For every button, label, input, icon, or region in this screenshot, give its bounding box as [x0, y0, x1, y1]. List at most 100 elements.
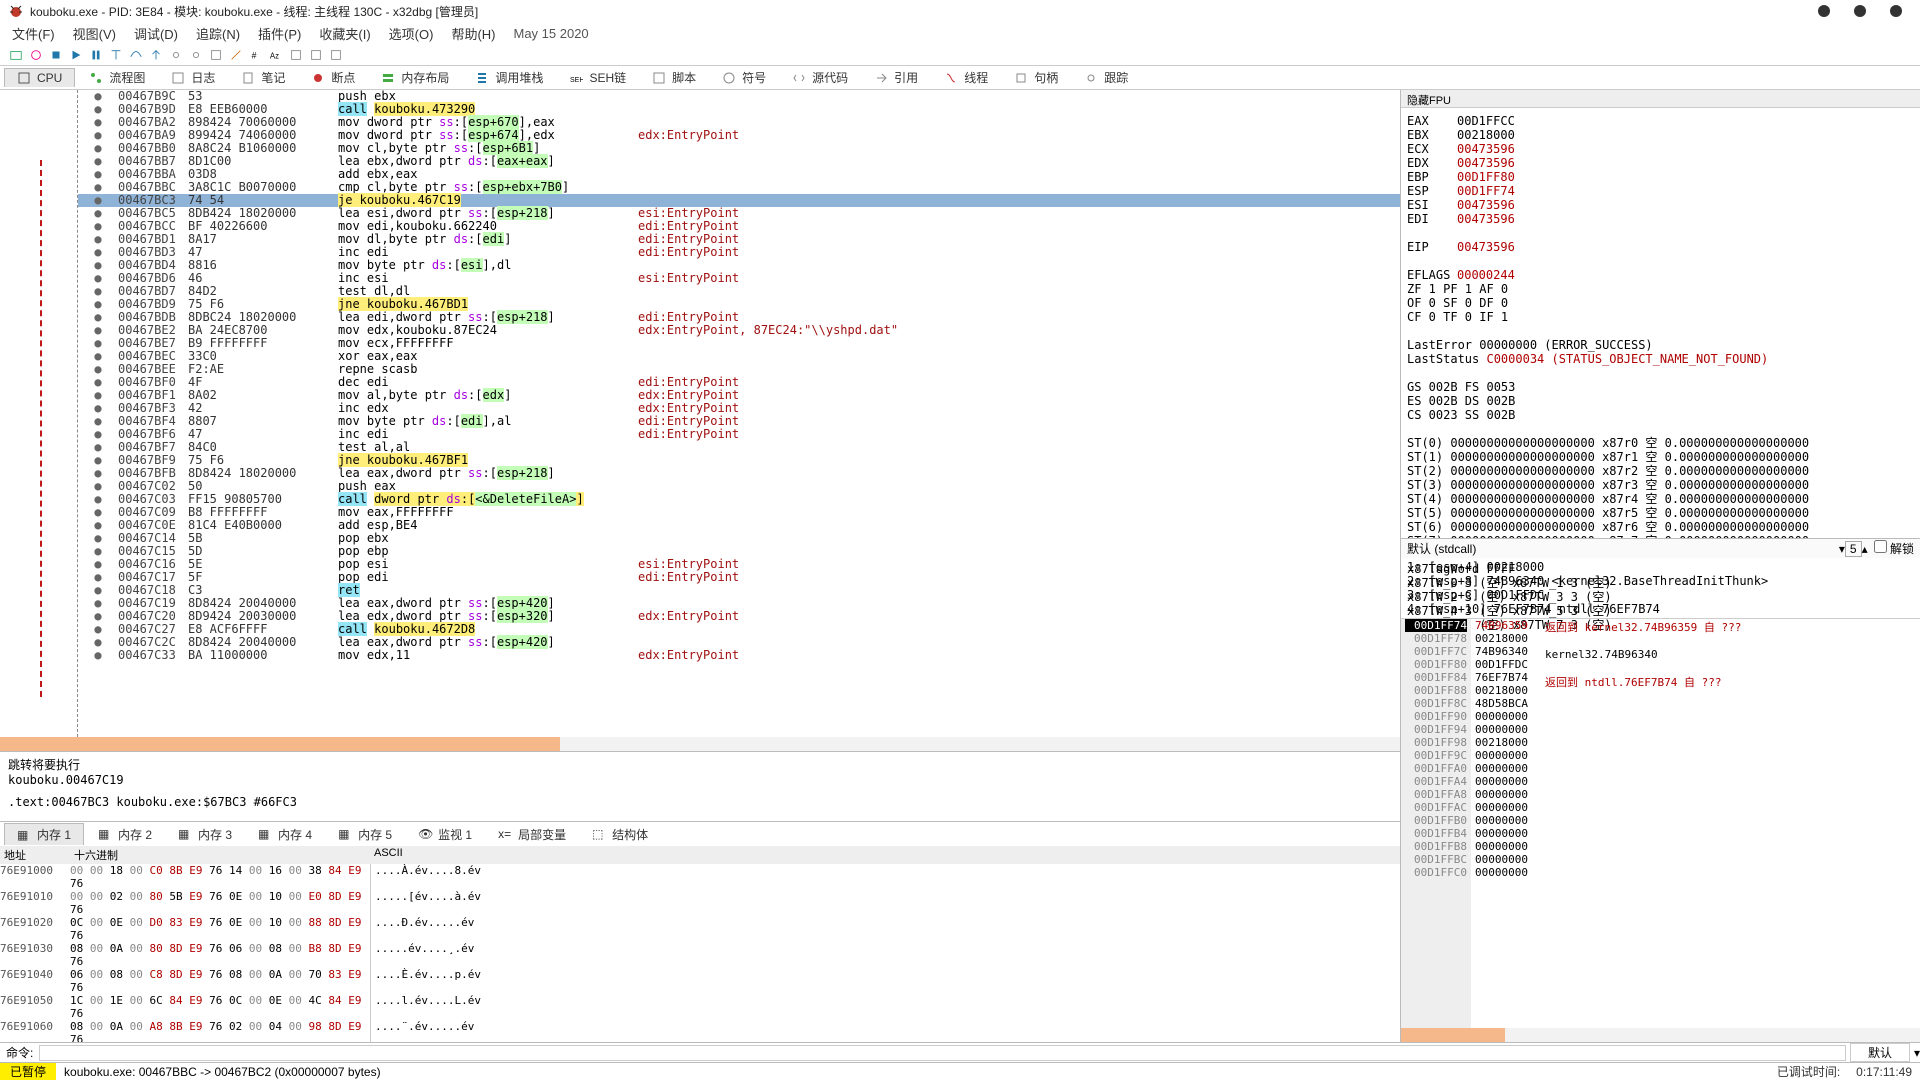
tab-handles[interactable]: 句柄 — [1002, 67, 1070, 88]
disassembly-view[interactable]: ●00467B9C53push ebx●00467B9DE8 EEB60000c… — [0, 90, 1400, 737]
comment-icon[interactable]: # — [248, 47, 264, 63]
dump-row[interactable]: 76E910200C 00 0E 00 D0 83 E9 76 0E 00 10… — [0, 916, 1400, 942]
dump-tab-mem2[interactable]: ▦内存 2 — [86, 824, 164, 845]
disasm-listing[interactable]: ●00467B9C53push ebx●00467B9DE8 EEB60000c… — [78, 90, 1400, 737]
disasm-row[interactable]: ●00467BE7B9 FFFFFFFFmov ecx,FFFFFFFF — [78, 337, 1400, 350]
stack-value[interactable]: 00000000 — [1475, 762, 1537, 775]
disasm-row[interactable]: ●00467BD646inc esiesi:EntryPoint — [78, 272, 1400, 285]
disasm-row[interactable]: ●00467BB08A8C24 B1060000mov cl,byte ptr … — [78, 142, 1400, 155]
stack-addr[interactable]: 00D1FF74 — [1405, 619, 1467, 632]
tab-symbols[interactable]: 符号 — [710, 67, 778, 88]
goto-icon[interactable] — [308, 47, 324, 63]
register-row[interactable]: ECX00473596 — [1407, 142, 1914, 156]
dump-row[interactable]: 76E9101000 00 02 00 80 5B E9 76 0E 00 10… — [0, 890, 1400, 916]
stack-value[interactable]: 74B96359 — [1475, 619, 1537, 632]
eflags-row[interactable]: EFLAGS00000244 — [1407, 268, 1914, 282]
dump-tab-watch1[interactable]: 👁监视 1 — [406, 824, 484, 845]
register-row[interactable]: EDI00473596 — [1407, 212, 1914, 226]
disasm-row[interactable]: ●00467BF647inc ediedi:EntryPoint — [78, 428, 1400, 441]
trace-into-icon[interactable] — [168, 47, 184, 63]
dropdown-icon[interactable]: ▾ — [1914, 1046, 1920, 1060]
dump-row[interactable]: 76E9106008 00 0A 00 A8 8B E9 76 02 00 04… — [0, 1020, 1400, 1042]
lock-checkbox[interactable]: 解锁 — [1874, 540, 1914, 557]
disasm-row[interactable]: ●00467C33BA 11000000mov edx,11edx:EntryP… — [78, 649, 1400, 662]
dump-tab-mem5[interactable]: ▦内存 5 — [326, 824, 404, 845]
disasm-row[interactable]: ●00467BD784D2test dl,dl — [78, 285, 1400, 298]
disasm-row[interactable]: ●00467BD347inc ediedi:EntryPoint — [78, 246, 1400, 259]
disasm-scrollbar[interactable] — [0, 737, 1400, 751]
stack-addr[interactable]: 00D1FF7C — [1405, 645, 1467, 658]
register-row[interactable]: ESP00D1FF74 — [1407, 184, 1914, 198]
stack-value[interactable]: 00000000 — [1475, 723, 1537, 736]
disasm-row[interactable]: ●00467BBC3A8C1C B0070000cmp cl,byte ptr … — [78, 181, 1400, 194]
dump-tab-mem3[interactable]: ▦内存 3 — [166, 824, 244, 845]
menu-options[interactable]: 选项(O) — [389, 24, 434, 43]
menu-favorites[interactable]: 收藏夹(I) — [319, 24, 370, 43]
stack-value[interactable]: 00000000 — [1475, 814, 1537, 827]
tab-log[interactable]: 日志 — [159, 67, 227, 88]
disasm-row[interactable]: ●00467BFB8D8424 18020000lea eax,dword pt… — [78, 467, 1400, 480]
tab-memmap[interactable]: 内存布局 — [369, 67, 461, 88]
close-icon[interactable] — [1890, 5, 1902, 17]
dump-tab-locals[interactable]: x=局部变量 — [486, 824, 578, 845]
tab-threads[interactable]: 线程 — [932, 67, 1000, 88]
disasm-row[interactable]: ●00467BF18A02mov al,byte ptr ds:[edx]edx… — [78, 389, 1400, 402]
dump-rows[interactable]: 76E9100000 00 18 00 C0 8B E9 76 14 00 16… — [0, 864, 1400, 1042]
disasm-row[interactable]: ●00467C03FF15 90805700call dword ptr ds:… — [78, 493, 1400, 506]
tab-script[interactable]: 脚本 — [640, 67, 708, 88]
disasm-row[interactable]: ●00467BF342inc edxedx:EntryPoint — [78, 402, 1400, 415]
menu-file[interactable]: 文件(F) — [12, 24, 55, 43]
tab-callstack[interactable]: 调用堆栈 — [463, 67, 555, 88]
command-input[interactable] — [39, 1045, 1846, 1061]
menu-help[interactable]: 帮助(H) — [451, 24, 495, 43]
stack-addr[interactable]: 00D1FF90 — [1405, 710, 1467, 723]
disasm-row[interactable]: ●00467BB78D1C00lea ebx,dword ptr ds:[eax… — [78, 155, 1400, 168]
registers-header[interactable]: 隐藏FPU — [1401, 90, 1920, 108]
disasm-row[interactable]: ●00467BD48816mov byte ptr ds:[esi],dl — [78, 259, 1400, 272]
dump-row[interactable]: 76E910501C 00 1E 00 6C 84 E9 76 0C 00 0E… — [0, 994, 1400, 1020]
disasm-row[interactable]: ●00467C165Epop esiesi:EntryPoint — [78, 558, 1400, 571]
stack-value[interactable]: 00218000 — [1475, 736, 1537, 749]
stack-view[interactable]: 00D1FF7400D1FF7800D1FF7C00D1FF8000D1FF84… — [1401, 618, 1920, 1028]
stack-addr[interactable]: 00D1FFA0 — [1405, 762, 1467, 775]
tab-trace[interactable]: 跟踪 — [1072, 67, 1140, 88]
disasm-row[interactable]: ●00467BD18A17mov dl,byte ptr ds:[edi]edi… — [78, 233, 1400, 246]
dump-row[interactable]: 76E9100000 00 18 00 C0 8B E9 76 14 00 16… — [0, 864, 1400, 890]
run-to-user-icon[interactable] — [208, 47, 224, 63]
disasm-row[interactable]: ●00467BC58DB424 18020000lea esi,dword pt… — [78, 207, 1400, 220]
register-row[interactable]: EDX00473596 — [1407, 156, 1914, 170]
label-icon[interactable]: Az — [268, 47, 284, 63]
stack-addr[interactable]: 00D1FFB4 — [1405, 827, 1467, 840]
stack-value[interactable]: 00000000 — [1475, 775, 1537, 788]
dump-tab-mem4[interactable]: ▦内存 4 — [246, 824, 324, 845]
disasm-row[interactable]: ●00467BCCBF 40226600mov edi,kouboku.6622… — [78, 220, 1400, 233]
menu-view[interactable]: 视图(V) — [73, 24, 116, 43]
disasm-row[interactable]: ●00467BE2BA 24EC8700mov edx,kouboku.87EC… — [78, 324, 1400, 337]
stack-addr[interactable]: 00D1FF98 — [1405, 736, 1467, 749]
run-icon[interactable] — [68, 47, 84, 63]
stack-value[interactable]: 00000000 — [1475, 801, 1537, 814]
pause-icon[interactable] — [88, 47, 104, 63]
disasm-row[interactable]: ●00467B9C53push ebx — [78, 90, 1400, 103]
stack-addr[interactable]: 00D1FFA8 — [1405, 788, 1467, 801]
stack-addr[interactable]: 00D1FFB0 — [1405, 814, 1467, 827]
stop-icon[interactable] — [48, 47, 64, 63]
calling-convention[interactable]: 默认 (stdcall) — [1407, 540, 1839, 557]
stack-addr[interactable]: 00D1FF8C — [1405, 697, 1467, 710]
disasm-row[interactable]: ●00467C145Bpop ebx — [78, 532, 1400, 545]
tab-cpu[interactable]: CPU — [4, 68, 75, 87]
stack-addr[interactable]: 00D1FFBC — [1405, 853, 1467, 866]
registers-view[interactable]: EAX00D1FFCCEBX00218000ECX00473596EDX0047… — [1401, 108, 1920, 538]
stack-value[interactable]: 76EF7B74 — [1475, 671, 1537, 684]
dump-row[interactable]: 76E9104006 00 08 00 C8 8D E9 76 08 00 0A… — [0, 968, 1400, 994]
menu-plugins[interactable]: 插件(P) — [258, 24, 301, 43]
disasm-row[interactable]: ●00467BEEF2:AErepne scasb — [78, 363, 1400, 376]
stack-scrollbar[interactable] — [1401, 1028, 1920, 1042]
step-into-icon[interactable] — [108, 47, 124, 63]
stack-addr[interactable]: 00D1FF94 — [1405, 723, 1467, 736]
cmd-default-selector[interactable]: 默认 — [1850, 1043, 1910, 1062]
stack-addr[interactable]: 00D1FFC0 — [1405, 866, 1467, 879]
stack-addr[interactable]: 00D1FF88 — [1405, 684, 1467, 697]
bookmark-icon[interactable] — [288, 47, 304, 63]
trace-over-icon[interactable] — [188, 47, 204, 63]
